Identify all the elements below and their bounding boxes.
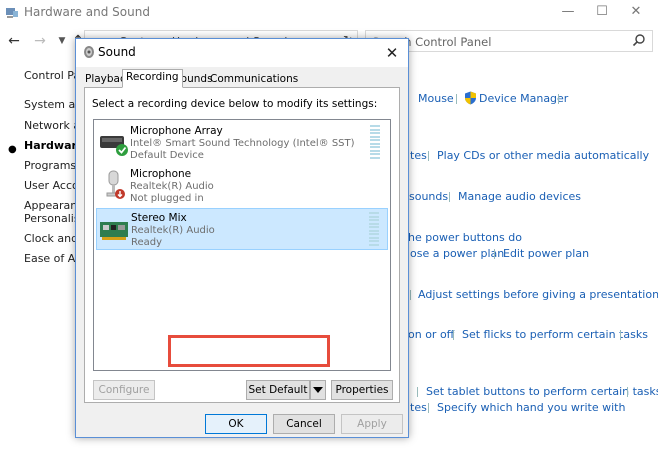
device-name: Stereo Mix <box>131 212 187 224</box>
forward-arrow-icon[interactable]: → <box>30 31 50 51</box>
level-meter <box>370 125 380 159</box>
link-separator <box>410 290 411 300</box>
microphone-array-icon <box>100 136 128 156</box>
link-manage-audio[interactable]: Manage audio devices <box>458 190 581 203</box>
device-description: Intel® Smart Sound Technology (Intel® SS… <box>130 138 355 149</box>
link-separator <box>627 387 628 397</box>
dialog-close-icon[interactable]: ✕ <box>382 43 402 63</box>
link-separator <box>417 387 418 397</box>
link-play-cds[interactable]: Play CDs or other media automatically <box>437 149 649 162</box>
link-power-buttons-partial[interactable]: he power buttons do <box>408 231 522 244</box>
cp-window-title: Hardware and Sound <box>24 5 150 19</box>
control-panel-icon <box>6 8 18 18</box>
link-device-manager[interactable]: Device Manager <box>479 92 568 105</box>
link-separator <box>456 94 457 104</box>
recording-device-list[interactable]: Microphone Array Intel® Smart Sound Tech… <box>93 119 391 371</box>
search-icon[interactable] <box>632 33 646 47</box>
device-status: Ready <box>131 237 163 248</box>
link-separator <box>449 192 450 202</box>
device-item-microphone[interactable]: Microphone Realtek(R) Audio Not plugged … <box>96 165 388 207</box>
cancel-button[interactable]: Cancel <box>273 414 335 434</box>
link-onoff-partial[interactable]: on or off <box>408 328 454 341</box>
speaker-icon <box>84 46 94 58</box>
link-mouse[interactable]: Mouse <box>418 92 454 105</box>
link-power-plan-partial[interactable]: ose a power plan <box>410 247 504 260</box>
level-meter <box>369 212 379 246</box>
link-separator <box>428 151 429 161</box>
current-page-bullet: ● <box>8 144 17 155</box>
nav-programs[interactable]: Programs <box>24 159 76 172</box>
link-separator <box>428 403 429 413</box>
link-tablet-buttons[interactable]: Set tablet buttons to perform certain ta… <box>426 385 658 398</box>
maximize-icon[interactable]: ☐ <box>590 3 614 21</box>
device-description: Realtek(R) Audio <box>131 225 215 236</box>
set-default-highlight-box <box>168 335 330 367</box>
sound-card-icon <box>100 222 128 240</box>
minimize-icon[interactable]: — <box>556 3 580 21</box>
dropdown-arrow-icon <box>313 387 323 393</box>
device-status: Not plugged in <box>130 193 204 204</box>
device-status: Default Device <box>130 150 204 161</box>
link-autoplay-partial[interactable]: tes <box>410 149 427 162</box>
set-default-button[interactable]: Set Default <box>246 380 310 400</box>
link-handwriting-partial[interactable]: tes <box>410 401 427 414</box>
set-default-dropdown-button[interactable] <box>310 380 326 400</box>
close-icon[interactable]: ✕ <box>624 3 648 21</box>
back-arrow-icon[interactable]: ← <box>4 31 24 51</box>
dialog-title: Sound <box>98 45 136 59</box>
dialog-titlebar[interactable]: Sound ✕ <box>76 39 408 67</box>
sound-dialog: Sound ✕ Playback Recording Sounds Commun… <box>75 38 409 438</box>
uac-shield-icon <box>465 91 476 105</box>
device-name: Microphone Array <box>130 125 223 137</box>
device-item-microphone-array[interactable]: Microphone Array Intel® Smart Sound Tech… <box>96 122 388 164</box>
device-name: Microphone <box>130 168 192 180</box>
link-edit-power-plan[interactable]: Edit power plan <box>503 247 589 260</box>
link-separator <box>558 94 559 104</box>
link-separator <box>494 249 495 259</box>
tab-communications[interactable]: Communications <box>206 71 302 87</box>
link-presentation-settings[interactable]: Adjust settings before giving a presenta… <box>418 288 658 301</box>
configure-button[interactable]: Configure <box>93 380 155 400</box>
link-specify-hand[interactable]: Specify which hand you write with <box>437 401 625 414</box>
link-separator <box>453 330 454 340</box>
ok-button[interactable]: OK <box>205 414 267 434</box>
link-separator <box>620 330 621 340</box>
tab-recording[interactable]: Recording <box>122 69 183 88</box>
apply-button[interactable]: Apply <box>341 414 403 434</box>
device-item-stereo-mix[interactable]: Stereo Mix Realtek(R) Audio Ready <box>96 208 388 250</box>
link-change-sounds-partial[interactable]: sounds <box>409 190 448 203</box>
properties-button[interactable]: Properties <box>331 380 393 400</box>
device-description: Realtek(R) Audio <box>130 181 214 192</box>
microphone-icon <box>106 170 125 199</box>
instructions-text: Select a recording device below to modif… <box>92 98 378 110</box>
cp-titlebar: Hardware and Sound — ☐ ✕ <box>0 0 658 26</box>
